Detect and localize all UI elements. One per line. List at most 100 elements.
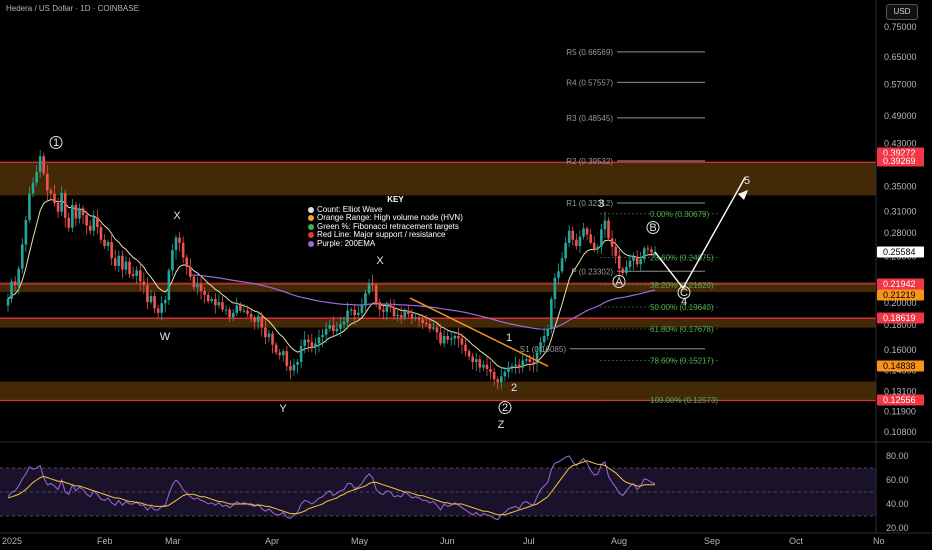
candle-body: [167, 270, 171, 301]
price-tick: 0.10800: [884, 427, 917, 437]
price-tag-label: 0.18619: [883, 313, 916, 323]
pivot-label: R3 (0.48545): [566, 114, 613, 123]
candle-body: [53, 193, 56, 204]
candle-body: [163, 300, 167, 304]
candle-body: [374, 285, 378, 303]
candle-body: [560, 258, 564, 272]
candle-body: [321, 334, 324, 338]
candle-body: [467, 351, 471, 357]
time-tick: 2025: [2, 536, 22, 546]
candle-body: [507, 367, 510, 372]
candle-body: [625, 266, 628, 274]
currency-button[interactable]: USD: [886, 4, 918, 20]
price-tag-label: 0.12556: [883, 395, 916, 405]
chart-title: Hedera / US Dollar · 1D · COINBASE: [6, 4, 139, 13]
candle-body: [138, 270, 142, 282]
price-tick: 0.16000: [884, 345, 917, 355]
price-tick: 0.65000: [884, 52, 917, 62]
time-tick: Jun: [440, 536, 455, 546]
candle-body: [346, 310, 349, 322]
candle-body: [99, 227, 103, 240]
fib-label: 0.00% (0.30679): [650, 210, 709, 219]
candle-body: [424, 322, 428, 325]
candle-body: [142, 281, 146, 286]
key-dot-icon: [308, 206, 314, 213]
chart-canvas[interactable]: R5 (0.66569) R4 (0.57557) R3 (0.48545) R2 (…: [0, 0, 932, 550]
wave-label: W: [160, 331, 171, 343]
candle-body: [589, 234, 592, 243]
candle-body: [46, 173, 49, 191]
candle-body: [435, 327, 439, 333]
candle-body: [314, 343, 317, 348]
candle-body: [585, 228, 589, 235]
candle-body: [96, 217, 99, 228]
candle-body: [71, 205, 74, 228]
key-item: Purple: 200EMA: [308, 238, 463, 249]
key-title: KEY: [387, 195, 404, 204]
price-tick: 0.49000: [884, 111, 917, 121]
candle-body: [439, 332, 442, 344]
candle-body: [642, 248, 646, 260]
hvn-zone: [0, 318, 876, 328]
candle-body: [124, 261, 128, 270]
candle-body: [417, 317, 421, 320]
candle-body: [357, 312, 360, 316]
candle-body: [117, 255, 121, 266]
candle-body: [292, 364, 296, 371]
candle-body: [206, 295, 210, 302]
candle-body: [399, 315, 403, 318]
candle-body: [339, 324, 342, 329]
candle-body: [249, 313, 253, 318]
price-tick: 0.31000: [884, 207, 917, 217]
price-tag-label: 0.39269: [883, 156, 916, 166]
time-tick: Sep: [704, 536, 720, 546]
candle-body: [221, 302, 224, 310]
candle-body: [460, 338, 464, 345]
candle-body: [442, 335, 446, 344]
candle-body: [24, 219, 28, 245]
candle-body: [550, 299, 553, 329]
candle-body: [428, 324, 432, 329]
candle-body: [632, 256, 635, 261]
candle-body: [31, 182, 35, 194]
candle-body: [449, 338, 453, 340]
time-tick: Apr: [265, 536, 279, 546]
candle-body: [38, 156, 42, 172]
candle-body: [575, 239, 578, 246]
candle-body: [317, 337, 321, 344]
wave-label: X: [173, 210, 181, 222]
candle-body: [432, 327, 435, 329]
candle-body: [617, 255, 621, 269]
pivot-label: S1 (0.16085): [520, 345, 567, 354]
candle-body: [210, 299, 214, 302]
key-label: Purple: 200EMA: [317, 238, 376, 248]
candle-body: [63, 192, 67, 218]
candle-body: [403, 310, 407, 318]
price-tag-label: 0.21942: [883, 279, 916, 289]
fib-label: 61.80% (0.17678): [650, 325, 714, 334]
price-tick: 0.57000: [884, 79, 917, 89]
time-tick: No: [873, 536, 885, 546]
candle-body: [88, 225, 92, 231]
price-tick: 0.75000: [884, 22, 917, 32]
candle-body: [628, 260, 632, 267]
candle-body: [360, 305, 364, 313]
candle-body: [471, 356, 474, 362]
candle-body: [196, 284, 199, 288]
time-tick: Mar: [165, 536, 181, 546]
wave-label: 5: [744, 175, 750, 187]
candle-body: [49, 190, 53, 194]
candle-body: [246, 310, 249, 314]
candle-body: [289, 366, 292, 371]
candle-body: [235, 305, 239, 313]
candle-body: [478, 359, 482, 368]
candle-body: [6, 299, 10, 306]
candle-body: [149, 296, 153, 303]
wave-label: 1: [53, 137, 59, 149]
pivot-label: R5 (0.66569): [566, 48, 613, 57]
candle-body: [407, 310, 410, 314]
time-tick: May: [351, 536, 369, 546]
candle-body: [285, 351, 289, 367]
candle-body: [342, 321, 346, 325]
candle-body: [510, 366, 514, 368]
